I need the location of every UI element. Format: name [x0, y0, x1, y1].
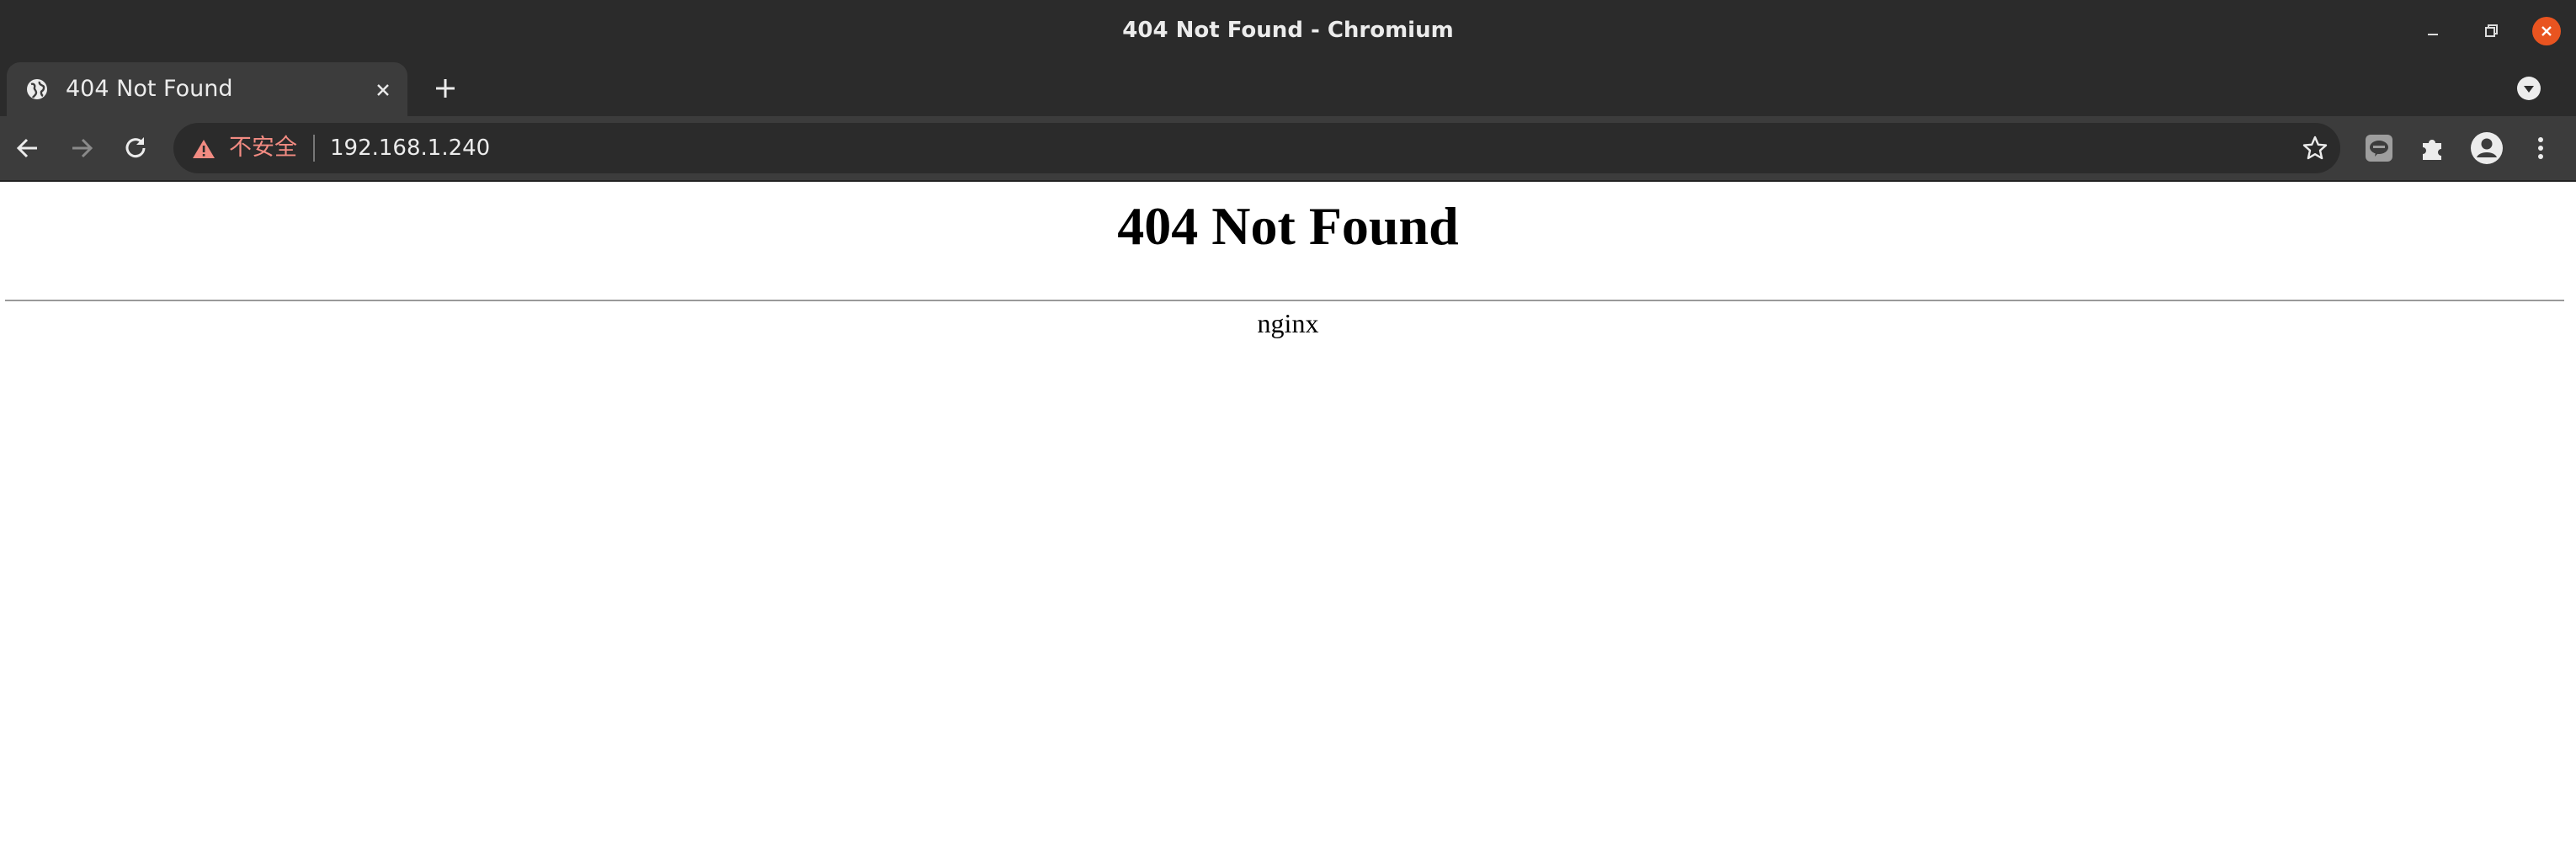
- tab-strip: 404 Not Found: [0, 61, 2576, 116]
- horizontal-rule: [5, 300, 2564, 301]
- forward-icon[interactable]: [66, 132, 98, 164]
- globe-icon: [27, 79, 47, 99]
- tab-close-icon[interactable]: [372, 79, 394, 101]
- close-icon: [2541, 26, 2552, 36]
- minimize-button[interactable]: [2419, 17, 2447, 45]
- omnibox-divider: [313, 135, 315, 162]
- star-icon[interactable]: [2300, 133, 2330, 163]
- security-status-label[interactable]: 不安全: [229, 123, 297, 173]
- reload-icon[interactable]: [120, 132, 152, 164]
- window-title: 404 Not Found - Chromium: [1122, 18, 1454, 43]
- server-name: nginx: [1257, 308, 1319, 338]
- warning-icon[interactable]: [192, 138, 216, 160]
- menu-icon[interactable]: [2524, 131, 2557, 165]
- restore-icon: [2485, 24, 2498, 37]
- puzzle-icon[interactable]: [2416, 131, 2450, 165]
- line-extension-icon[interactable]: [2362, 131, 2396, 165]
- address-bar[interactable]: 不安全 192.168.1.240: [173, 123, 2340, 173]
- tab-title: 404 Not Found: [66, 76, 233, 102]
- tab-404-not-found[interactable]: 404 Not Found: [7, 62, 407, 116]
- page-content: 404 Not Found nginx: [0, 182, 2576, 845]
- new-tab-icon[interactable]: [431, 74, 460, 103]
- minimize-icon: [2428, 34, 2438, 35]
- back-icon[interactable]: [12, 132, 44, 164]
- tab-search-icon[interactable]: [2515, 75, 2542, 102]
- close-window-button[interactable]: [2532, 17, 2561, 45]
- url-text[interactable]: 192.168.1.240: [330, 123, 490, 173]
- page-heading: 404 Not Found: [1117, 196, 1459, 256]
- window-titlebar: 404 Not Found - Chromium: [0, 0, 2576, 61]
- restore-button[interactable]: [2477, 17, 2505, 45]
- browser-toolbar: 不安全 192.168.1.240: [0, 116, 2576, 182]
- profile-icon[interactable]: [2470, 131, 2504, 165]
